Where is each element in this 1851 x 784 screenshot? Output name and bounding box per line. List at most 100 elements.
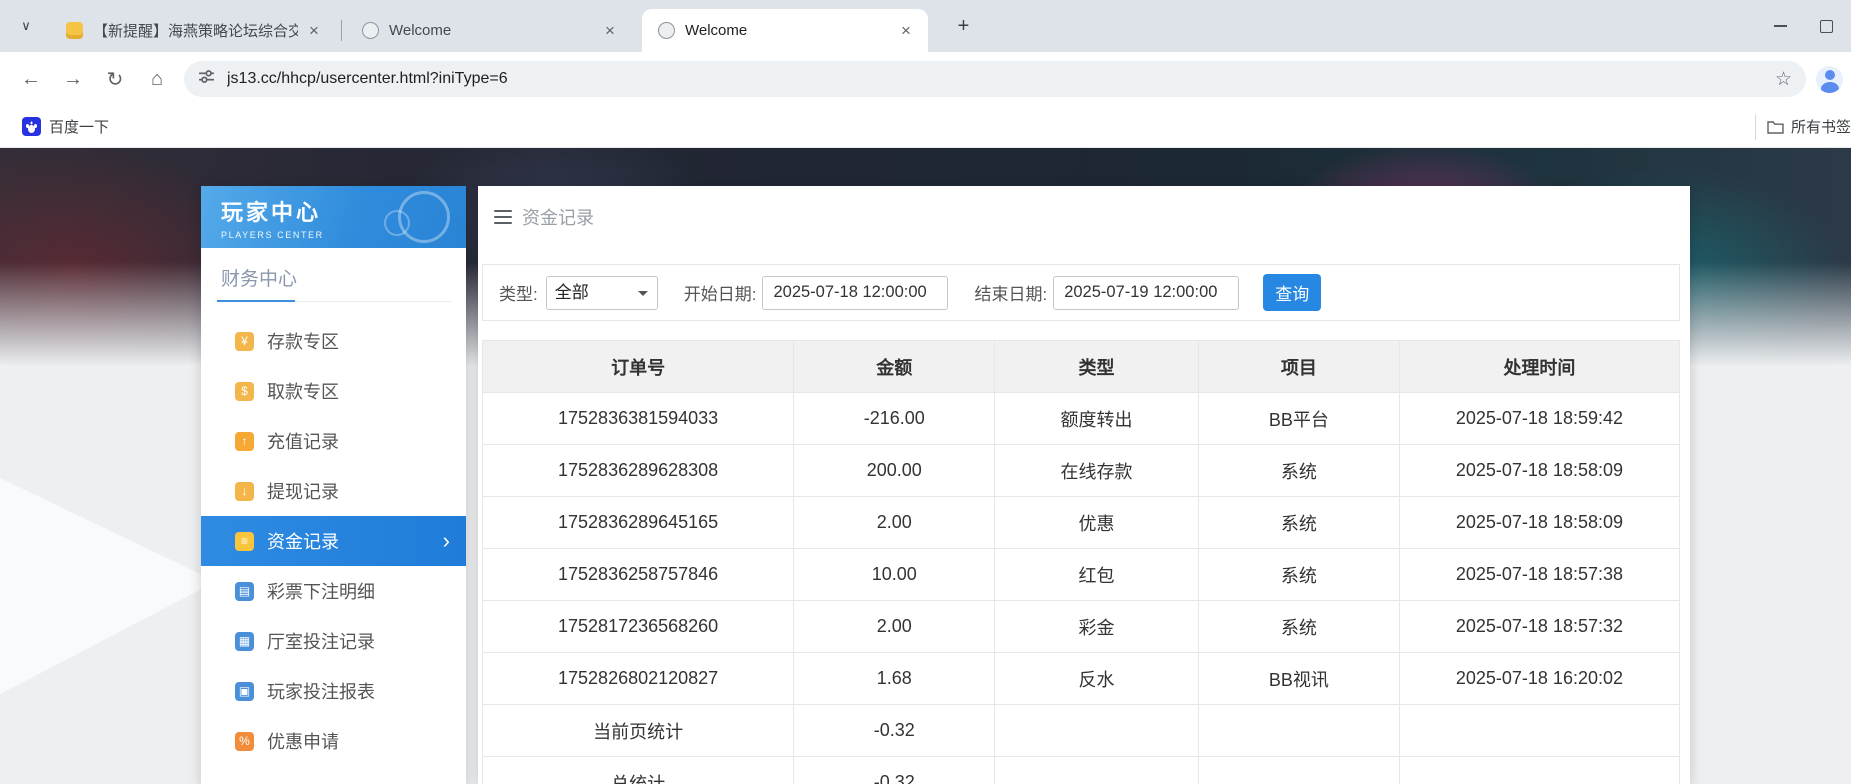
table-cell: 当前页统计 xyxy=(483,705,794,757)
reload-button[interactable]: ↻ xyxy=(98,62,132,96)
table-cell: 反水 xyxy=(995,653,1198,705)
sidebar-item-3[interactable]: ↓提现记录 xyxy=(201,466,466,516)
table-cell: 2025-07-18 18:59:42 xyxy=(1399,393,1679,445)
sidebar-item-4[interactable]: ≡资金记录› xyxy=(201,516,466,566)
reload-icon: ↻ xyxy=(107,67,124,92)
sidebar-item-label: 充值记录 xyxy=(267,428,339,454)
site-favicon xyxy=(658,22,675,39)
sidebar-item-5[interactable]: ▤ 彩票下注明细 xyxy=(201,566,466,616)
folder-icon xyxy=(1767,120,1784,134)
table-cell: 系统 xyxy=(1198,445,1399,497)
table-cell: 在线存款 xyxy=(995,445,1198,497)
table-cell: 10.00 xyxy=(794,549,995,601)
table-cell: -0.32 xyxy=(794,757,995,784)
table-cell: 系统 xyxy=(1198,601,1399,653)
sidebar-item-7[interactable]: ▣玩家投注报表 xyxy=(201,666,466,716)
table-cell: 2.00 xyxy=(794,601,995,653)
sidebar-item-0[interactable]: ¥存款专区 xyxy=(201,316,466,366)
end-date-input[interactable] xyxy=(1053,276,1239,310)
tab-close-icon[interactable]: × xyxy=(304,21,324,41)
table-row: 当前页统计-0.32 xyxy=(483,705,1680,757)
browser-tab[interactable]: Welcome× xyxy=(346,9,632,52)
hall-bets-icon: ▦ xyxy=(235,632,254,651)
bookmarks-bar: 百度一下 所有书签 xyxy=(0,106,1851,148)
table-cell: -216.00 xyxy=(794,393,995,445)
end-date-label: 结束日期: xyxy=(974,280,1047,305)
table-cell: 优惠 xyxy=(995,497,1198,549)
table-cell: 1752836381594033 xyxy=(483,393,794,445)
table-cell: 2.00 xyxy=(794,497,995,549)
lottery-bets-icon: ▤ xyxy=(235,582,254,601)
tab-search-button[interactable]: ∨ xyxy=(12,12,40,40)
panel-header: 资金记录 xyxy=(478,186,1690,248)
tab-title: 【新提醒】海燕策略论坛综合交 xyxy=(93,20,298,41)
table-cell xyxy=(1198,757,1399,784)
start-date-label: 开始日期: xyxy=(684,280,757,305)
table-cell: -0.32 xyxy=(794,705,995,757)
profile-avatar[interactable] xyxy=(1816,66,1843,93)
sidebar-item-label: 彩票下注明细 xyxy=(267,578,375,604)
sidebar-item-1[interactable]: $取款专区 xyxy=(201,366,466,416)
cashout-record-icon: ↓ xyxy=(235,482,254,501)
type-label: 类型: xyxy=(499,280,538,305)
browser-tab[interactable]: Welcome× xyxy=(642,9,928,52)
plus-icon: + xyxy=(958,15,970,38)
maximize-button[interactable] xyxy=(1803,0,1849,52)
player-center-sidebar: 玩家中心 PLAYERS CENTER 财务中心 ¥存款专区$取款专区↑充值记录… xyxy=(201,186,466,784)
sidebar-item-8[interactable]: %优惠申请 xyxy=(201,716,466,766)
site-info-icon[interactable] xyxy=(198,68,215,90)
forward-icon: → xyxy=(63,68,83,91)
table-cell: 1752836258757846 xyxy=(483,549,794,601)
table-cell: 系统 xyxy=(1198,497,1399,549)
window-controls xyxy=(1757,0,1849,52)
home-button[interactable]: ⌂ xyxy=(140,62,174,96)
browser-tab-bar: ∨ 【新提醒】海燕策略论坛综合交×Welcome×Welcome× + xyxy=(0,0,1851,52)
minimize-button[interactable] xyxy=(1757,0,1803,52)
promo-apply-icon: % xyxy=(235,732,254,751)
deposit-icon: ¥ xyxy=(235,332,254,351)
browser-nav-bar: ← → ↻ ⌂ js13.cc/hhcp/usercenter.html?ini… xyxy=(0,52,1851,106)
table-cell: 2025-07-18 16:20:02 xyxy=(1399,653,1679,705)
table-cell: 200.00 xyxy=(794,445,995,497)
background-light-wedge xyxy=(0,440,216,712)
search-button[interactable]: 查询 xyxy=(1263,274,1321,311)
address-bar[interactable]: js13.cc/hhcp/usercenter.html?iniType=6 ☆ xyxy=(184,61,1806,97)
table-header-cell: 金额 xyxy=(794,341,995,393)
table-row: 总统计-0.32 xyxy=(483,757,1680,784)
table-cell xyxy=(995,757,1198,784)
sidebar-item-6[interactable]: ▦ 厅室投注记录 xyxy=(201,616,466,666)
forum-favicon xyxy=(66,22,83,39)
type-select[interactable]: 全部 xyxy=(546,276,658,310)
bookmark-label: 百度一下 xyxy=(49,116,109,137)
tab-close-icon[interactable]: × xyxy=(896,21,916,41)
table-cell: 2025-07-18 18:58:09 xyxy=(1399,445,1679,497)
table-row: 17528362896451652.00优惠系统2025-07-18 18:58… xyxy=(483,497,1680,549)
forward-button[interactable]: → xyxy=(56,62,90,96)
all-bookmarks-button[interactable]: 所有书签 xyxy=(1755,114,1851,140)
bookmark-star-icon[interactable]: ☆ xyxy=(1775,68,1792,91)
sidebar-item-label: 资金记录 xyxy=(267,528,339,554)
sidebar-item-label: 取款专区 xyxy=(267,378,339,404)
table-cell: 1752817236568260 xyxy=(483,601,794,653)
browser-tab[interactable]: 【新提醒】海燕策略论坛综合交 × xyxy=(50,9,336,52)
chevron-down-icon: ∨ xyxy=(21,18,31,34)
tab-close-icon[interactable]: × xyxy=(600,21,620,41)
table-cell: 1.68 xyxy=(794,653,995,705)
sidebar-item-label: 厅室投注记录 xyxy=(267,628,375,654)
home-icon: ⌂ xyxy=(151,68,163,91)
new-tab-button[interactable]: + xyxy=(950,13,977,40)
url-text[interactable]: js13.cc/hhcp/usercenter.html?iniType=6 xyxy=(227,70,1765,88)
table-cell xyxy=(1399,705,1679,757)
back-button[interactable]: ← xyxy=(14,62,48,96)
table-cell: 1752836289645165 xyxy=(483,497,794,549)
page-title: 资金记录 xyxy=(522,204,594,230)
table-cell: 2025-07-18 18:58:09 xyxy=(1399,497,1679,549)
table-header-cell: 处理时间 xyxy=(1399,341,1679,393)
start-date-input[interactable] xyxy=(762,276,948,310)
table-cell: 系统 xyxy=(1198,549,1399,601)
type-select-wrap: 全部 xyxy=(546,276,658,310)
main-panel: 资金记录 类型: 全部 开始日期: 结束日期: 查询 订单号金额类型项目处理时间… xyxy=(478,186,1690,784)
funds-table: 订单号金额类型项目处理时间 1752836381594033-216.00额度转… xyxy=(482,340,1680,784)
bookmark-item-baidu[interactable]: 百度一下 xyxy=(22,116,109,137)
sidebar-item-2[interactable]: ↑充值记录 xyxy=(201,416,466,466)
